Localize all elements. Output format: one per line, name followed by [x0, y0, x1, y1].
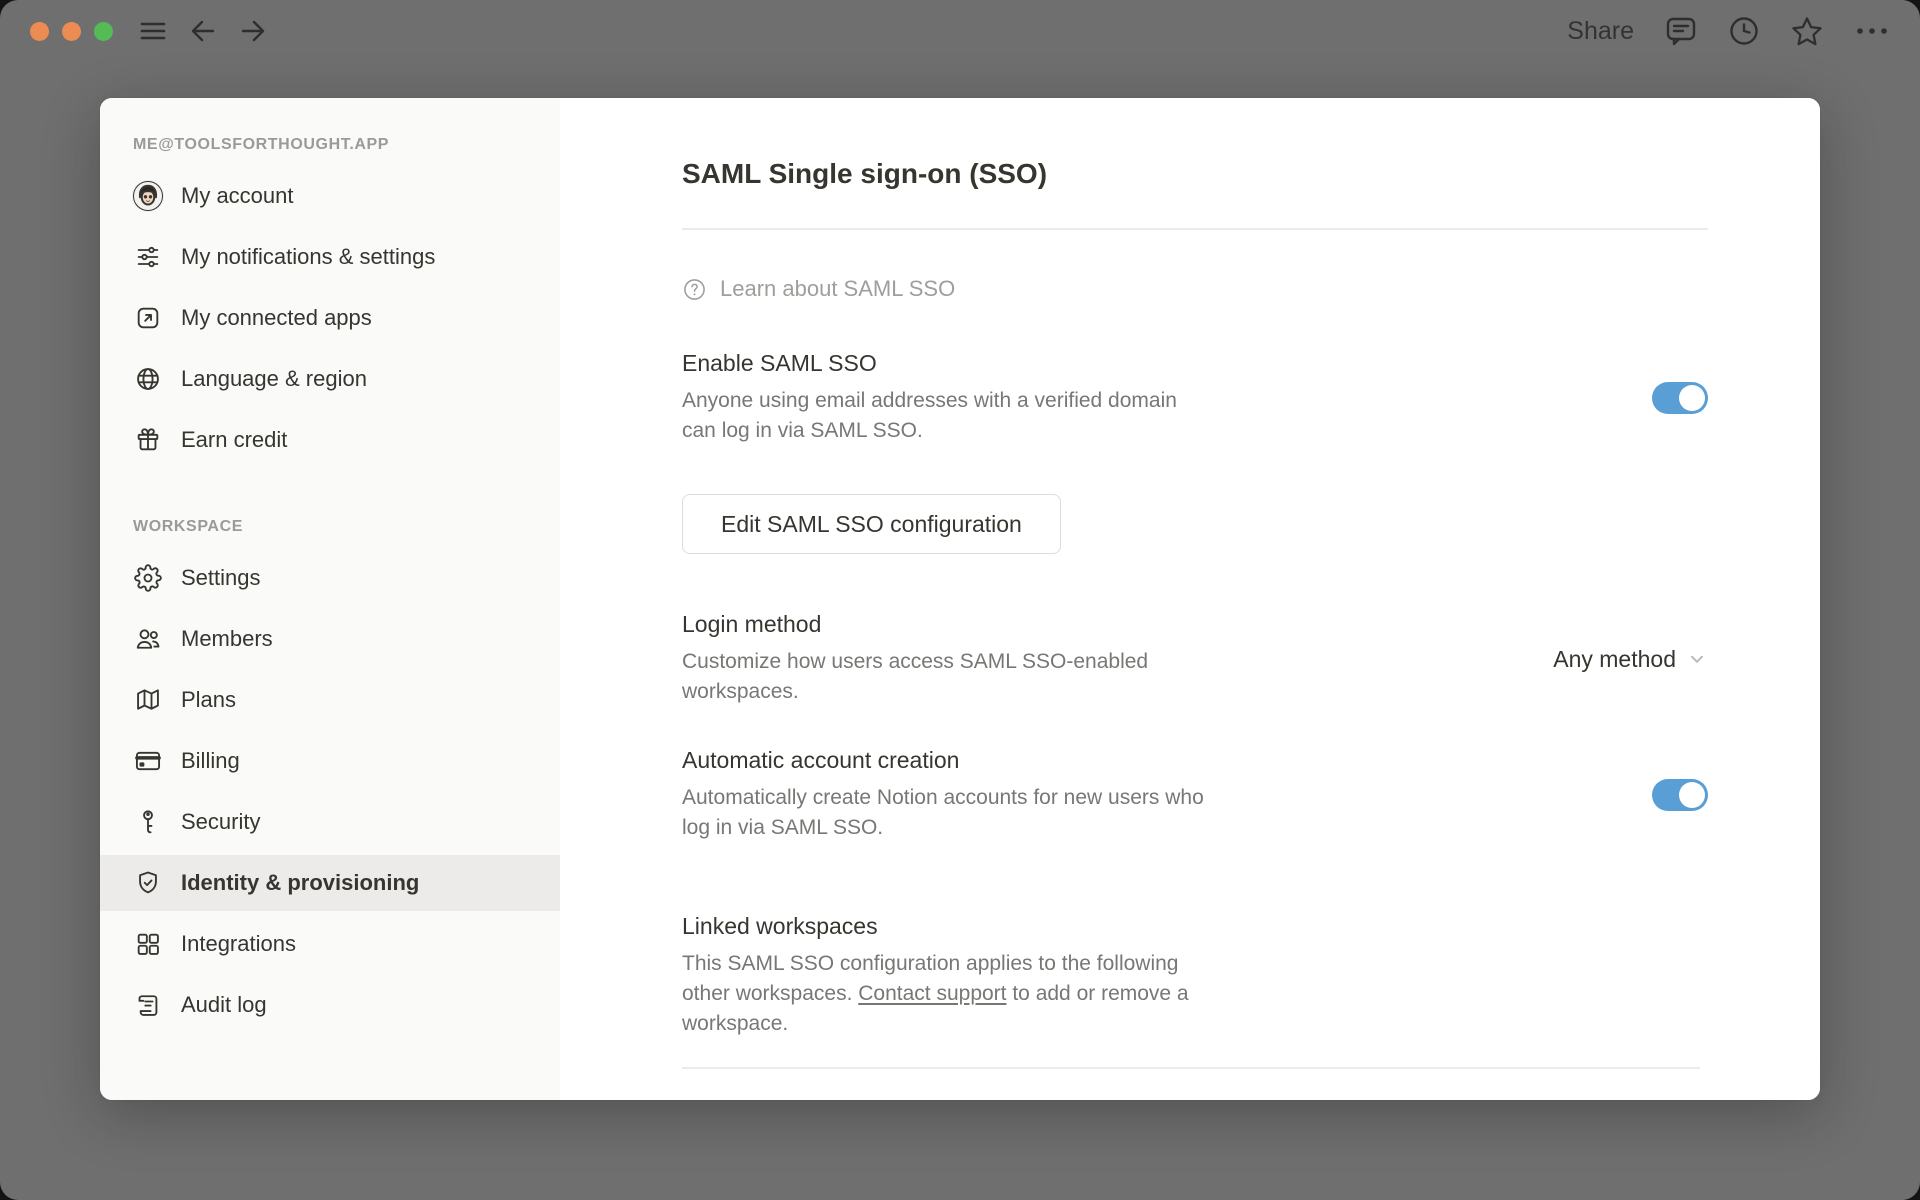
sidebar-item-billing[interactable]: Billing	[100, 733, 560, 789]
auto-account-description: Automatically create Notion accounts for…	[682, 786, 1204, 839]
sidebar-item-integrations[interactable]: Integrations	[100, 916, 560, 972]
workspace-section-header: WORKSPACE	[133, 518, 243, 535]
minimize-button[interactable]	[62, 21, 81, 41]
login-method-heading: Login method	[682, 611, 822, 637]
gift-icon	[133, 425, 163, 455]
sidebar-item-notifications-settings[interactable]: My notifications & settings	[100, 229, 560, 285]
close-button[interactable]	[30, 21, 49, 41]
grid-icon	[133, 929, 163, 959]
enable-saml-description: Anyone using email addresses with a veri…	[682, 389, 1177, 442]
linked-workspaces-description: This SAML SSO configuration applies to t…	[682, 949, 1207, 1039]
sidebar-item-my-account[interactable]: My account	[100, 168, 560, 224]
key-icon	[133, 807, 163, 837]
learn-link-label: Learn about SAML SSO	[720, 276, 956, 301]
app-window: Share ME@TOOLSFORTHOUGHT.APP My account …	[0, 0, 1920, 1200]
auto-account-heading: Automatic account creation	[682, 747, 960, 773]
sidebar-item-security[interactable]: Security	[100, 794, 560, 850]
scroll-icon	[133, 990, 163, 1020]
members-icon	[133, 624, 163, 654]
account-section-header: ME@TOOLSFORTHOUGHT.APP	[133, 136, 390, 153]
enable-saml-heading: Enable SAML SSO	[682, 350, 877, 376]
sidebar-item-label: Settings	[181, 565, 261, 590]
edit-saml-config-button[interactable]: Edit SAML SSO configuration	[682, 494, 1061, 554]
page-title: SAML Single sign-on (SSO)	[682, 158, 1048, 189]
sidebar-item-identity-provisioning[interactable]: Identity & provisioning	[100, 855, 560, 911]
gear-icon	[133, 563, 163, 593]
sidebar-item-plans[interactable]: Plans	[100, 672, 560, 728]
auto-account-toggle[interactable]	[1652, 779, 1708, 811]
linked-workspaces-section: Linked workspaces This SAML SSO configur…	[682, 913, 1708, 1039]
sidebar-item-connected-apps[interactable]: My connected apps	[100, 290, 560, 346]
sidebar-item-settings[interactable]: Settings	[100, 550, 560, 606]
back-icon[interactable]	[189, 18, 217, 44]
sidebar-item-label: Audit log	[181, 992, 267, 1017]
sidebar-item-label: Billing	[181, 748, 240, 773]
divider	[682, 1067, 1700, 1069]
learn-about-saml-link[interactable]: Learn about SAML SSO	[682, 276, 1708, 302]
divider	[682, 228, 1708, 230]
saml-settings-panel: SAML Single sign-on (SSO) Learn about SA…	[560, 98, 1820, 1100]
forward-icon[interactable]	[239, 18, 267, 44]
window-controls	[30, 21, 113, 41]
sidebar-item-label: Security	[181, 809, 261, 834]
sidebar-item-label: Integrations	[181, 931, 296, 956]
chevron-down-icon	[1691, 655, 1703, 663]
more-options-icon[interactable]	[1854, 25, 1890, 37]
titlebar: Share	[0, 0, 1920, 62]
login-method-dropdown[interactable]: Any method	[1553, 646, 1708, 673]
sidebar-item-label: My account	[181, 183, 294, 208]
settings-dialog: ME@TOOLSFORTHOUGHT.APP My account My not…	[100, 98, 1820, 1100]
sidebar-item-label: Members	[181, 626, 273, 651]
sidebar-item-label: Plans	[181, 687, 237, 712]
shield-check-icon	[133, 868, 163, 898]
globe-icon	[133, 364, 163, 394]
auto-account-section: Automatic account creation Automatically…	[682, 747, 1708, 843]
contact-support-link[interactable]: Contact support	[858, 982, 1006, 1005]
sidebar-item-label: My connected apps	[181, 305, 372, 330]
sidebar-item-label: Identity & provisioning	[181, 870, 420, 895]
sidebar-item-label: My notifications & settings	[181, 244, 436, 269]
sidebar-item-audit-log[interactable]: Audit log	[100, 977, 560, 1033]
avatar	[133, 181, 163, 211]
toggle-knob	[1679, 385, 1705, 411]
sidebar-item-language-region[interactable]: Language & region	[100, 351, 560, 407]
hamburger-menu-icon[interactable]	[139, 19, 167, 43]
help-circle-icon	[684, 278, 705, 300]
sidebar-item-earn-credit[interactable]: Earn credit	[100, 412, 560, 468]
linked-workspaces-heading: Linked workspaces	[682, 913, 878, 939]
enable-saml-toggle[interactable]	[1652, 382, 1708, 414]
toggle-knob	[1679, 782, 1705, 808]
map-icon	[133, 685, 163, 715]
zoom-button[interactable]	[94, 21, 113, 41]
settings-sidebar: ME@TOOLSFORTHOUGHT.APP My account My not…	[100, 98, 560, 1100]
comments-icon[interactable]	[1664, 15, 1698, 47]
history-clock-icon[interactable]	[1728, 15, 1760, 47]
login-method-section: Login method Customize how users access …	[682, 611, 1708, 707]
share-button[interactable]: Share	[1567, 17, 1634, 46]
login-method-value: Any method	[1553, 645, 1676, 672]
favorite-star-icon[interactable]	[1790, 15, 1824, 47]
login-method-description: Customize how users access SAML SSO-enab…	[682, 650, 1149, 703]
sliders-icon	[133, 242, 163, 272]
sidebar-item-label: Earn credit	[181, 427, 288, 452]
enable-saml-section: Enable SAML SSO Anyone using email addre…	[682, 350, 1708, 446]
arrow-up-right-square-icon	[133, 303, 163, 333]
credit-card-icon	[133, 746, 163, 776]
sidebar-item-members[interactable]: Members	[100, 611, 560, 667]
sidebar-item-label: Language & region	[181, 366, 367, 391]
